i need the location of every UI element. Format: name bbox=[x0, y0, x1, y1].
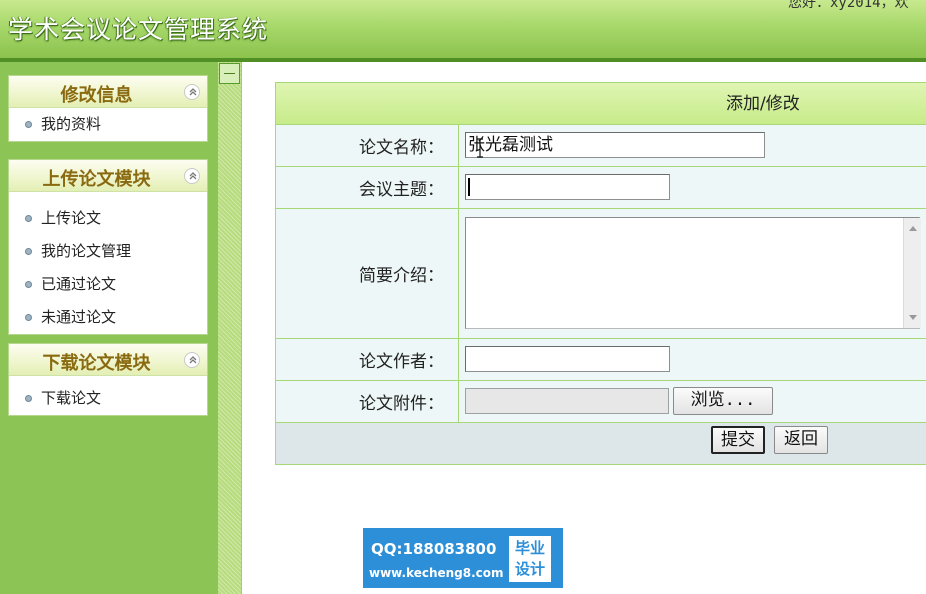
panel-title: 上传论文模块 bbox=[42, 169, 151, 190]
welcome-text: 您好：xy2014，欢 bbox=[788, 0, 909, 11]
top-header: 学术会议论文管理系统 您好：xy2014，欢 bbox=[0, 0, 926, 58]
sidebar-splitter[interactable] bbox=[218, 62, 242, 594]
form-row-intro: 简要介绍： bbox=[276, 209, 926, 339]
attachment-file-input[interactable] bbox=[465, 388, 669, 414]
sidebar-item-label: 已通过论文 bbox=[41, 275, 117, 293]
panel-title: 下载论文模块 bbox=[42, 353, 151, 374]
panel-header[interactable]: 修改信息 bbox=[9, 76, 207, 108]
collapse-icon[interactable] bbox=[184, 84, 200, 100]
sidebar-item-my-papers[interactable]: 我的论文管理 bbox=[9, 235, 207, 268]
sidebar-item-approved-papers[interactable]: 已通过论文 bbox=[9, 268, 207, 301]
watermark-url: www.kecheng8.com bbox=[369, 566, 504, 580]
bullet-icon bbox=[25, 395, 32, 402]
panel-title: 修改信息 bbox=[60, 85, 133, 106]
panel-modify-info: 修改信息 我的资料 bbox=[8, 75, 208, 142]
bullet-icon bbox=[25, 314, 32, 321]
panel-upload-papers: 上传论文模块 上传论文 我的论文管理 已通过论文 未通过论文 bbox=[8, 159, 208, 335]
collapse-icon[interactable] bbox=[184, 168, 200, 184]
watermark-banner: QQ:188083800 www.kecheng8.com 毕业 设计 bbox=[363, 528, 563, 588]
conference-topic-input[interactable] bbox=[465, 174, 670, 200]
bullet-icon bbox=[25, 281, 32, 288]
panel-download-papers: 下载论文模块 下载论文 bbox=[8, 343, 208, 416]
sidebar-item-download-paper[interactable]: 下载论文 bbox=[9, 382, 207, 415]
sidebar-item-label: 上传论文 bbox=[41, 209, 102, 227]
bullet-icon bbox=[25, 248, 32, 255]
panel-header[interactable]: 下载论文模块 bbox=[9, 344, 207, 376]
sidebar-item-my-profile[interactable]: 我的资料 bbox=[9, 108, 207, 141]
back-button[interactable]: 返回 bbox=[774, 426, 828, 454]
sidebar-item-upload-paper[interactable]: 上传论文 bbox=[9, 202, 207, 235]
browse-button[interactable]: 浏览... bbox=[673, 387, 773, 415]
sidebar-item-label: 我的论文管理 bbox=[41, 242, 132, 260]
paper-name-input[interactable]: 张光磊测试 bbox=[465, 132, 765, 158]
text-caret bbox=[468, 178, 470, 196]
collapse-icon[interactable] bbox=[184, 352, 200, 368]
field-label: 论文作者： bbox=[276, 339, 459, 380]
watermark-qq: QQ:188083800 bbox=[371, 540, 497, 558]
text-cursor-icon bbox=[477, 138, 483, 158]
form-row-attachment: 论文附件： 浏览... bbox=[276, 381, 926, 423]
field-label: 简要介绍： bbox=[276, 209, 459, 338]
watermark-badge-line: 毕业 bbox=[514, 539, 545, 557]
sidebar-item-label: 我的资料 bbox=[41, 115, 102, 133]
field-label: 论文名称： bbox=[276, 125, 459, 166]
form-row-name: 论文名称： 张光磊测试 bbox=[276, 125, 926, 167]
textarea-scrollbar[interactable] bbox=[903, 218, 921, 328]
watermark-badge: 毕业 设计 bbox=[509, 536, 551, 582]
panel-header[interactable]: 上传论文模块 bbox=[9, 160, 207, 192]
form-row-topic: 会议主题： bbox=[276, 167, 926, 209]
scroll-down-icon[interactable] bbox=[908, 314, 918, 322]
sidebar-item-label: 下载论文 bbox=[41, 389, 102, 407]
form-heading: 添加/修改 bbox=[276, 83, 926, 125]
scroll-up-icon[interactable] bbox=[908, 224, 918, 232]
field-label: 会议主题： bbox=[276, 167, 459, 208]
form-actions: 提交 返回 bbox=[276, 423, 926, 465]
sidebar-item-label: 未通过论文 bbox=[41, 308, 117, 326]
form-row-author: 论文作者： bbox=[276, 339, 926, 381]
app-title: 学术会议论文管理系统 bbox=[8, 15, 269, 44]
intro-textarea[interactable] bbox=[465, 217, 920, 329]
paper-form: 添加/修改 论文名称： 张光磊测试 会议主题： 简要介绍： 论文作者： 论文附件… bbox=[275, 82, 926, 465]
submit-button[interactable]: 提交 bbox=[711, 426, 765, 454]
field-label: 论文附件： bbox=[276, 381, 459, 422]
collapse-sidebar-button[interactable] bbox=[219, 63, 240, 84]
bullet-icon bbox=[25, 215, 32, 222]
bullet-icon bbox=[25, 121, 32, 128]
sidebar-item-rejected-papers[interactable]: 未通过论文 bbox=[9, 301, 207, 334]
paper-author-input[interactable] bbox=[465, 346, 670, 372]
watermark-badge-line: 设计 bbox=[514, 560, 545, 578]
